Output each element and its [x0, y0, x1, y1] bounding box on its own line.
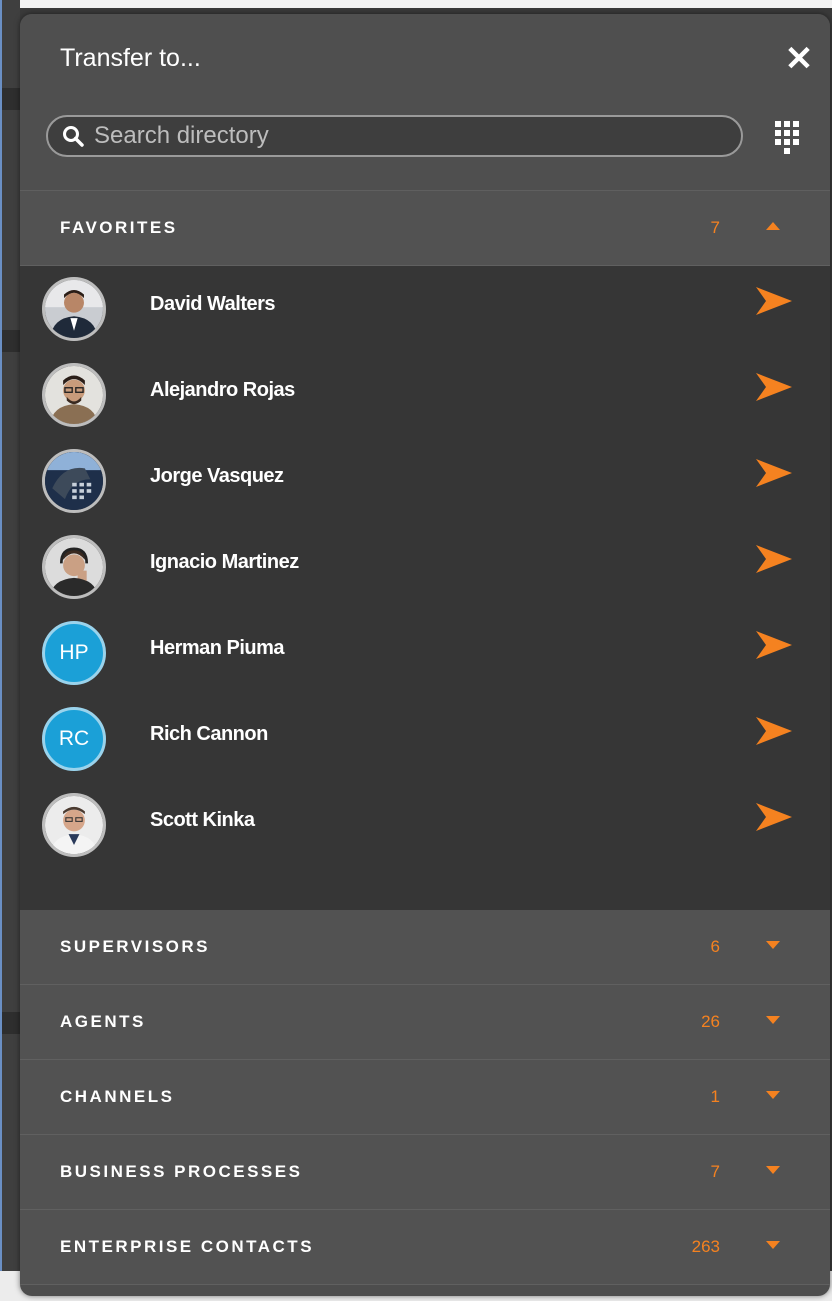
contact-name: Jorge Vasquez [150, 465, 284, 487]
contact-row[interactable]: David Walters [20, 266, 830, 352]
search-field[interactable] [46, 115, 743, 157]
section-label: FAVORITES [60, 218, 178, 237]
section-label: ENTERPRISE CONTACTS [60, 1237, 315, 1256]
section-label: CHANNELS [60, 1087, 175, 1106]
section-label: SUPERVISORS [60, 937, 211, 956]
dialog-title: Transfer to... [60, 44, 201, 72]
search-icon [63, 126, 84, 147]
chevron-down-icon[interactable] [766, 1091, 780, 1099]
section-enterprise-contacts[interactable]: ENTERPRISE CONTACTS 263 [20, 1210, 830, 1285]
dialog-header: Transfer to... ✕ [20, 14, 830, 191]
section-count: 7 [710, 218, 720, 237]
favorites-list: David Walters Alejandro Rojas Jorge Vasque… [20, 266, 830, 910]
avatar-photo [42, 363, 106, 427]
avatar-photo [42, 535, 106, 599]
background-left-edge [0, 0, 22, 1301]
background-top-bar [0, 0, 832, 8]
close-icon[interactable]: ✕ [782, 42, 816, 76]
section-favorites[interactable]: FAVORITES 7 [20, 191, 830, 266]
contact-name: Herman Piuma [150, 637, 285, 659]
transfer-send-icon[interactable] [754, 542, 794, 576]
contact-name: Scott Kinka [150, 809, 255, 831]
transfer-send-icon[interactable] [754, 370, 794, 404]
section-channels[interactable]: CHANNELS 1 [20, 1060, 830, 1135]
section-supervisors[interactable]: SUPERVISORS 6 [20, 910, 830, 985]
contact-row[interactable]: Jorge Vasquez [20, 438, 830, 524]
section-count: 7 [710, 1162, 720, 1181]
contact-name: Alejandro Rojas [150, 379, 295, 401]
section-count: 26 [701, 1012, 720, 1031]
section-business-processes[interactable]: BUSINESS PROCESSES 7 [20, 1135, 830, 1210]
section-count: 263 [691, 1237, 720, 1256]
avatar-initials: RC [42, 707, 106, 771]
transfer-send-icon[interactable] [754, 284, 794, 318]
section-agents[interactable]: AGENTS 26 [20, 985, 830, 1060]
transfer-send-icon[interactable] [754, 628, 794, 662]
chevron-up-icon[interactable] [766, 222, 780, 230]
section-count: 1 [710, 1087, 720, 1106]
contact-row[interactable]: RC Rich Cannon [20, 696, 830, 782]
contact-name: Rich Cannon [150, 723, 268, 745]
transfer-send-icon[interactable] [754, 714, 794, 748]
section-count: 6 [710, 937, 720, 956]
transfer-dialog: Transfer to... ✕ FAVORITES 7 David Walte… [20, 14, 830, 1296]
chevron-down-icon[interactable] [766, 1166, 780, 1174]
chevron-down-icon[interactable] [766, 1241, 780, 1249]
contact-name: Ignacio Martinez [150, 551, 299, 573]
search-input[interactable] [92, 121, 696, 151]
avatar-initials: HP [42, 621, 106, 685]
avatar-photo [42, 449, 106, 513]
chevron-down-icon[interactable] [766, 941, 780, 949]
contact-row[interactable]: Ignacio Martinez [20, 524, 830, 610]
section-label: AGENTS [60, 1012, 146, 1031]
contact-row[interactable]: HP Herman Piuma [20, 610, 830, 696]
chevron-down-icon[interactable] [766, 1016, 780, 1024]
contact-row[interactable]: Alejandro Rojas [20, 352, 830, 438]
avatar-photo [42, 277, 106, 341]
transfer-send-icon[interactable] [754, 800, 794, 834]
dialpad-icon[interactable] [774, 120, 800, 156]
section-label: BUSINESS PROCESSES [60, 1162, 303, 1181]
contact-name: David Walters [150, 293, 276, 315]
contact-row[interactable]: Scott Kinka [20, 782, 830, 868]
transfer-send-icon[interactable] [754, 456, 794, 490]
avatar-photo [42, 793, 106, 857]
